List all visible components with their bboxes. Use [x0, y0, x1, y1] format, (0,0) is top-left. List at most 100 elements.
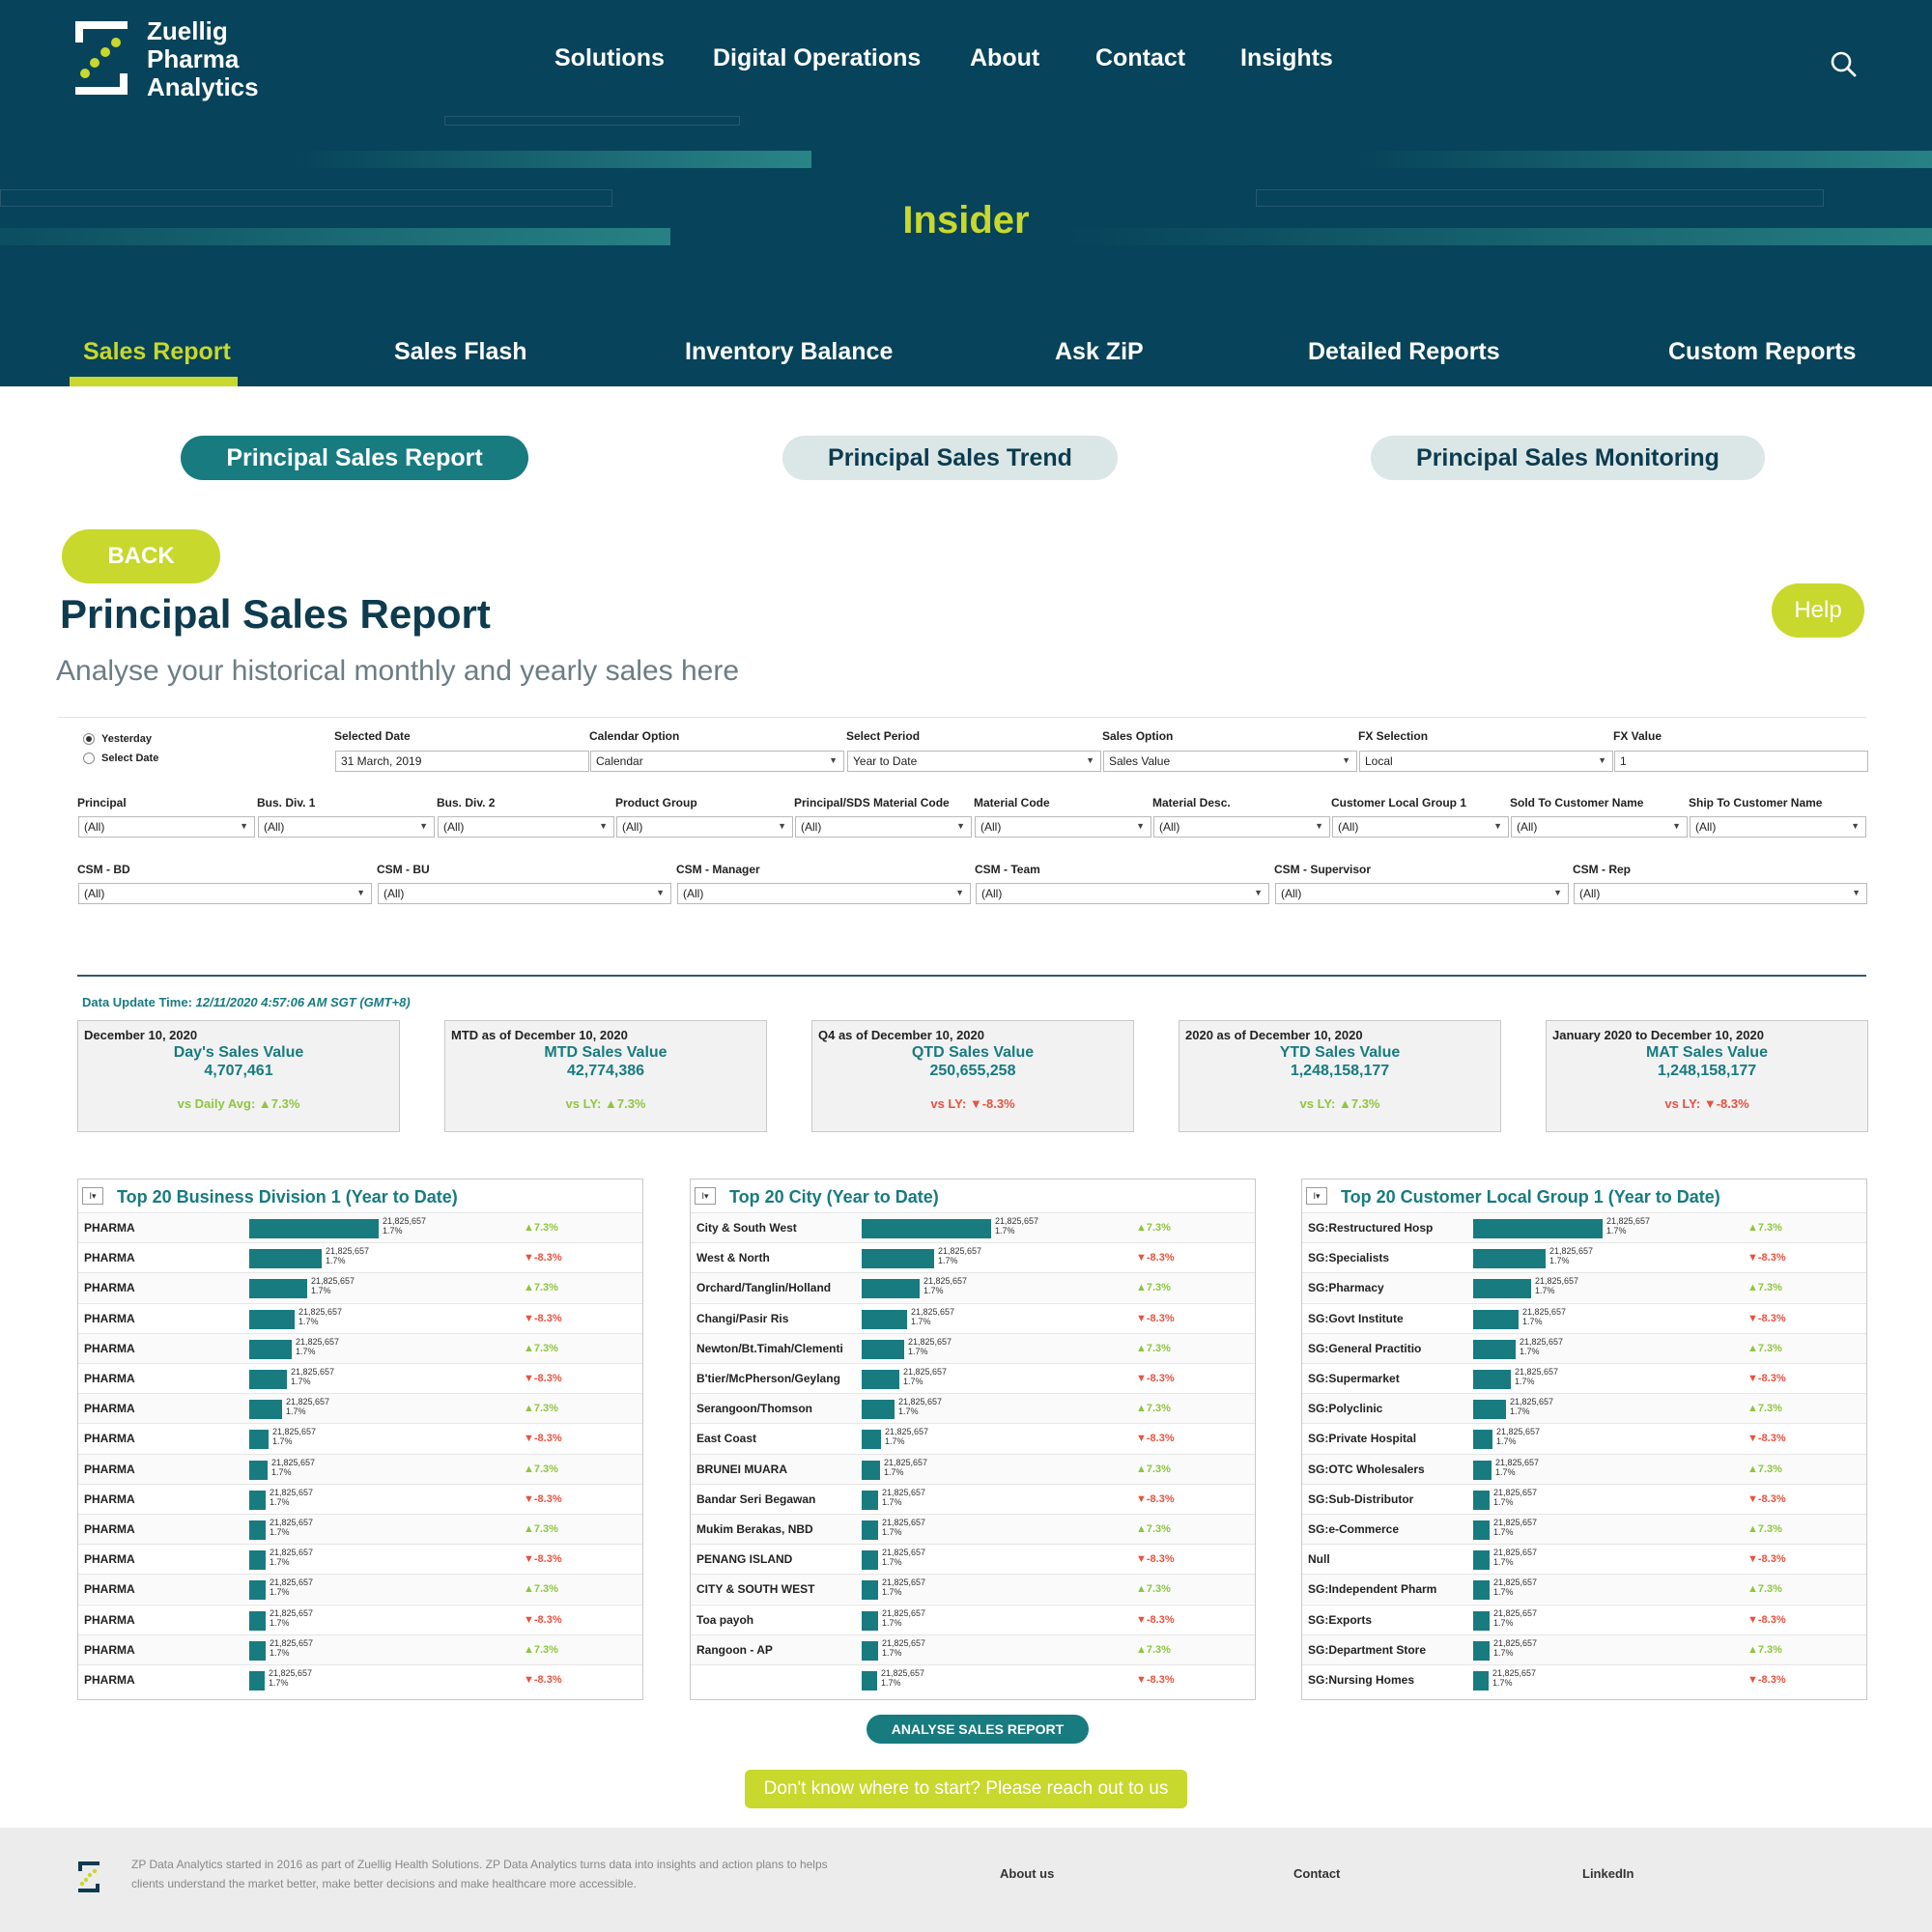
table-row[interactable]: SG:Independent Pharm 21,825,657 1.7% ▲7.3% [1302, 1574, 1866, 1605]
collapse-toggle-icon[interactable]: I▾ [82, 1187, 103, 1205]
table-row[interactable]: SG:Govt Institute 21,825,657 1.7% ▼-8.3% [1302, 1302, 1866, 1333]
filter-r2-select[interactable]: (All) ▼ [975, 816, 1151, 838]
table-row[interactable]: SG:Specialists 21,825,657 1.7% ▼-8.3% [1302, 1242, 1866, 1272]
nav-about[interactable]: About [970, 44, 1039, 72]
table-row[interactable]: PHARMA 21,825,657 1.7% ▲7.3% [78, 1574, 642, 1605]
table-row[interactable]: PHARMA 21,825,657 1.7% ▲7.3% [78, 1634, 642, 1664]
table-row[interactable]: Toa payoh 21,825,657 1.7% ▼-8.3% [691, 1604, 1255, 1634]
table-row[interactable]: PHARMA 21,825,657 1.7% ▼-8.3% [78, 1544, 642, 1574]
table-row[interactable]: CITY & SOUTH WEST 21,825,657 1.7% ▲7.3% [691, 1574, 1255, 1605]
zuellig-logo-icon[interactable] [73, 19, 129, 97]
radio-select-date[interactable] [83, 753, 95, 764]
table-row[interactable]: Rangoon - AP 21,825,657 1.7% ▲7.3% [691, 1634, 1255, 1664]
table-row[interactable]: West & North 21,825,657 1.7% ▼-8.3% [691, 1242, 1255, 1272]
table-row[interactable]: SG:Restructured Hosp 21,825,657 1.7% ▲7.3% [1302, 1212, 1866, 1242]
table-row[interactable]: SG:Exports 21,825,657 1.7% ▼-8.3% [1302, 1604, 1866, 1634]
tab-ask-zip[interactable]: Ask ZiP [1055, 338, 1144, 366]
collapse-toggle-icon[interactable]: I▾ [1306, 1187, 1327, 1205]
table-row[interactable]: East Coast 21,825,657 1.7% ▼-8.3% [691, 1423, 1255, 1453]
filter-r3-select[interactable]: (All) ▼ [78, 883, 372, 904]
table-row[interactable]: SG:Supermarket 21,825,657 1.7% ▼-8.3% [1302, 1363, 1866, 1393]
table-row[interactable]: SG:Nursing Homes 21,825,657 1.7% ▼-8.3% [1302, 1664, 1866, 1694]
table-row[interactable]: Newton/Bt.Timah/Clementi 21,825,657 1.7% ▲7… [691, 1332, 1255, 1363]
footer-link-linkedin[interactable]: LinkedIn [1582, 1866, 1634, 1881]
analyse-sales-report-button[interactable]: ANALYSE SALES REPORT [867, 1715, 1089, 1744]
table-row[interactable]: PHARMA 21,825,657 1.7% ▼-8.3% [78, 1664, 642, 1694]
filter-r1-select[interactable]: Local ▼ [1359, 751, 1613, 772]
filter-r1-select[interactable]: 1 [1614, 751, 1868, 772]
filter-r2-select[interactable]: (All) ▼ [1153, 816, 1330, 838]
table-row[interactable]: PHARMA 21,825,657 1.7% ▼-8.3% [78, 1604, 642, 1634]
nav-insights[interactable]: Insights [1240, 44, 1333, 72]
table-row[interactable]: SG:Pharmacy 21,825,657 1.7% ▲7.3% [1302, 1272, 1866, 1303]
back-button[interactable]: BACK [62, 529, 220, 583]
table-row[interactable]: PHARMA 21,825,657 1.7% ▲7.3% [78, 1272, 642, 1303]
table-row[interactable]: Changi/Pasir Ris 21,825,657 1.7% ▼-8.3% [691, 1302, 1255, 1333]
table-row[interactable]: PHARMA 21,825,657 1.7% ▼-8.3% [78, 1423, 642, 1453]
search-icon[interactable] [1830, 50, 1857, 77]
tab-sales-report[interactable]: Sales Report [83, 338, 231, 366]
table-row[interactable]: SG:Polyclinic 21,825,657 1.7% ▲7.3% [1302, 1393, 1866, 1424]
table-row[interactable]: SG:e-Commerce 21,825,657 1.7% ▲7.3% [1302, 1514, 1866, 1544]
table-row[interactable]: 21,825,657 1.7% ▼-8.3% [691, 1664, 1255, 1694]
tab-sales-flash[interactable]: Sales Flash [394, 338, 527, 366]
table-row[interactable]: PHARMA 21,825,657 1.7% ▼-8.3% [78, 1302, 642, 1333]
table-row[interactable]: PHARMA 21,825,657 1.7% ▲7.3% [78, 1332, 642, 1363]
table-row[interactable]: PHARMA 21,825,657 1.7% ▼-8.3% [78, 1363, 642, 1393]
table-row[interactable]: PHARMA 21,825,657 1.7% ▲7.3% [78, 1212, 642, 1242]
table-row[interactable]: SG:Department Store 21,825,657 1.7% ▲7.3% [1302, 1634, 1866, 1664]
filter-r3-select[interactable]: (All) ▼ [1275, 883, 1569, 904]
table-row[interactable]: Null 21,825,657 1.7% ▼-8.3% [1302, 1544, 1866, 1574]
tab-detailed-reports[interactable]: Detailed Reports [1308, 338, 1500, 366]
nav-digital-operations[interactable]: Digital Operations [713, 44, 921, 72]
filter-r2-select[interactable]: (All) ▼ [1690, 816, 1866, 838]
brand-name[interactable]: Zuellig Pharma Analytics [147, 17, 259, 101]
filter-r3-select[interactable]: (All) ▼ [677, 883, 971, 904]
subtab-principal-sales-monitoring[interactable]: Principal Sales Monitoring [1371, 436, 1765, 480]
table-row[interactable]: PHARMA 21,825,657 1.7% ▲7.3% [78, 1453, 642, 1484]
filter-r2-select[interactable]: (All) ▼ [78, 816, 255, 838]
zuellig-logo-icon[interactable] [77, 1861, 100, 1893]
filter-r3-select[interactable]: (All) ▼ [1574, 883, 1867, 904]
table-row[interactable]: PHARMA 21,825,657 1.7% ▲7.3% [78, 1514, 642, 1544]
table-row[interactable]: SG:OTC Wholesalers 21,825,657 1.7% ▲7.3% [1302, 1453, 1866, 1484]
subtab-principal-sales-report[interactable]: Principal Sales Report [181, 436, 528, 480]
contact-cta-button[interactable]: Don't know where to start? Please reach … [745, 1770, 1187, 1808]
radio-yesterday[interactable] [83, 733, 95, 745]
table-row[interactable]: B'tier/McPherson/Geylang 21,825,657 1.7% ▼-… [691, 1363, 1255, 1393]
table-row[interactable]: Orchard/Tanglin/Holland 21,825,657 1.7% ▲7.… [691, 1272, 1255, 1303]
table-row[interactable]: SG:Sub-Distributor 21,825,657 1.7% ▼-8.3% [1302, 1483, 1866, 1514]
table-row[interactable]: PHARMA 21,825,657 1.7% ▼-8.3% [78, 1483, 642, 1514]
table-row[interactable]: PHARMA 21,825,657 1.7% ▼-8.3% [78, 1242, 642, 1272]
table-row[interactable]: PENANG ISLAND 21,825,657 1.7% ▼-8.3% [691, 1544, 1255, 1574]
table-row[interactable]: City & South West 21,825,657 1.7% ▲7.3% [691, 1212, 1255, 1242]
help-button[interactable]: Help [1772, 583, 1864, 638]
filter-r2-select[interactable]: (All) ▼ [1511, 816, 1688, 838]
table-row[interactable]: PHARMA 21,825,657 1.7% ▲7.3% [78, 1393, 642, 1424]
table-row[interactable]: Mukim Berakas, NBD 21,825,657 1.7% ▲7.3% [691, 1514, 1255, 1544]
filter-r3-select[interactable]: (All) ▼ [976, 883, 1269, 904]
filter-r2-select[interactable]: (All) ▼ [438, 816, 614, 838]
filter-r2-select[interactable]: (All) ▼ [1332, 816, 1509, 838]
table-row[interactable]: SG:General Practitio 21,825,657 1.7% ▲7.3% [1302, 1332, 1866, 1363]
footer-link-contact[interactable]: Contact [1293, 1866, 1340, 1881]
table-row[interactable]: Serangoon/Thomson 21,825,657 1.7% ▲7.3% [691, 1393, 1255, 1424]
nav-solutions[interactable]: Solutions [554, 44, 665, 72]
filter-r3-select[interactable]: (All) ▼ [378, 883, 671, 904]
tab-inventory-balance[interactable]: Inventory Balance [685, 338, 893, 366]
filter-r1-select[interactable]: Sales Value ▼ [1103, 751, 1357, 772]
filter-r1-select[interactable]: Calendar ▼ [590, 751, 844, 772]
nav-contact[interactable]: Contact [1095, 44, 1185, 72]
filter-r2-select[interactable]: (All) ▼ [616, 816, 793, 838]
filter-r1-select[interactable]: Year to Date ▼ [847, 751, 1101, 772]
subtab-principal-sales-trend[interactable]: Principal Sales Trend [782, 436, 1118, 480]
table-row[interactable]: BRUNEI MUARA 21,825,657 1.7% ▲7.3% [691, 1453, 1255, 1484]
table-row[interactable]: Bandar Seri Begawan 21,825,657 1.7% ▼-8.3% [691, 1483, 1255, 1514]
footer-link-about[interactable]: About us [1000, 1866, 1054, 1881]
tab-custom-reports[interactable]: Custom Reports [1668, 338, 1856, 366]
filter-r1-select[interactable]: 31 March, 2019 [335, 751, 589, 772]
filter-r2-select[interactable]: (All) ▼ [258, 816, 435, 838]
collapse-toggle-icon[interactable]: I▾ [695, 1187, 716, 1205]
table-row[interactable]: SG:Private Hospital 21,825,657 1.7% ▼-8.3% [1302, 1423, 1866, 1453]
filter-r2-select[interactable]: (All) ▼ [795, 816, 972, 838]
